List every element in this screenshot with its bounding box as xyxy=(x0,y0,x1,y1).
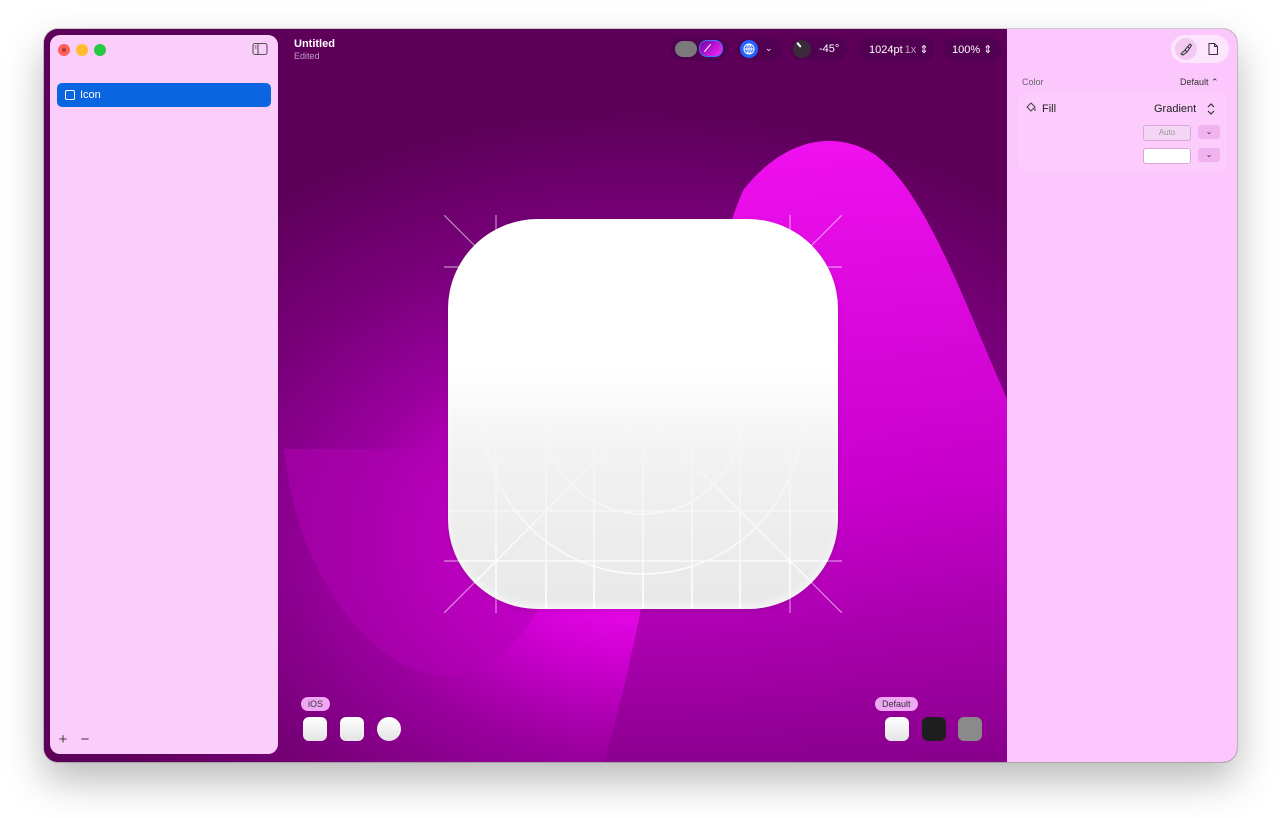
gradient-start-dropdown[interactable]: ⌄ xyxy=(1198,125,1220,139)
angle-value: -45° xyxy=(819,43,840,55)
tab-document[interactable] xyxy=(1202,38,1224,60)
platform-menu[interactable]: ⌄ xyxy=(736,37,782,61)
document-title: Untitled Edited xyxy=(294,38,335,61)
appearance-dark-swatch[interactable] xyxy=(922,717,946,741)
window-subtitle: Edited xyxy=(294,51,320,61)
up-down-chevron-icon[interactable] xyxy=(1205,102,1217,116)
remove-layer-button[interactable]: − xyxy=(78,732,92,747)
mode-solid-button[interactable] xyxy=(675,41,697,57)
gradient-end-color-field[interactable] xyxy=(1143,148,1191,164)
layers-sidebar: Icon + − xyxy=(50,35,278,754)
appearance-light-swatch[interactable] xyxy=(885,717,909,741)
inspector-tab-group xyxy=(1171,35,1229,63)
sidebar-toggle-icon[interactable] xyxy=(252,42,268,56)
close-window-button[interactable] xyxy=(58,44,70,56)
paint-bucket-icon xyxy=(1026,102,1036,112)
size-selector[interactable]: 1024pt 1x ⇕ xyxy=(859,37,935,61)
zoom-value: 100% ⇕ xyxy=(952,44,993,56)
layer-item-label: Icon xyxy=(80,89,101,101)
globe-icon xyxy=(740,40,758,58)
appearance-tinted-swatch[interactable] xyxy=(958,717,982,741)
gradient-end-dropdown[interactable]: ⌄ xyxy=(1198,148,1220,162)
fill-type-select[interactable]: Gradient xyxy=(1154,103,1196,115)
maximize-window-button[interactable] xyxy=(94,44,106,56)
document-icon xyxy=(1208,43,1218,55)
up-down-chevron-icon: ⇕ xyxy=(919,44,929,56)
gradient-start-color-field[interactable]: Auto xyxy=(1143,125,1191,141)
zoom-selector[interactable]: 100% ⇕ xyxy=(943,37,1001,61)
icon-guide-grid xyxy=(448,219,838,609)
mode-gradient-button[interactable] xyxy=(699,40,723,57)
platform-tag[interactable]: iOS xyxy=(301,697,331,711)
up-down-chevron-icon: ⇕ xyxy=(983,44,993,56)
angle-dial-icon[interactable] xyxy=(793,40,811,58)
ios-preview-square[interactable] xyxy=(340,717,364,741)
paintbrush-icon xyxy=(1180,43,1193,56)
app-window: iOS Default Icon + − Untitled Edited ⌄ -… xyxy=(44,29,1237,762)
app-icon-preview[interactable] xyxy=(448,219,838,609)
fill-label: Fill xyxy=(1042,103,1057,115)
minimize-window-button[interactable] xyxy=(76,44,88,56)
size-value: 1024pt 1x ⇕ xyxy=(869,44,929,56)
layer-item-icon[interactable]: Icon xyxy=(57,83,271,107)
ios-preview-circle[interactable] xyxy=(377,717,401,741)
add-layer-button[interactable]: + xyxy=(56,732,70,747)
window-title: Untitled xyxy=(294,38,335,50)
color-mode-select[interactable]: Default ⌃ xyxy=(1180,77,1219,88)
tab-appearance[interactable] xyxy=(1175,38,1197,60)
color-section-label: Color xyxy=(1022,77,1044,87)
light-angle-control[interactable]: -45° xyxy=(790,37,848,61)
chevron-down-icon: ⌄ xyxy=(765,43,773,53)
appearance-tag[interactable]: Default xyxy=(875,697,918,711)
layer-square-icon xyxy=(65,90,75,100)
appearance-mode-toggle xyxy=(670,37,728,61)
inspector-panel: Color Default ⌃ Fill Gradient Auto ⌄ ⌄ xyxy=(1007,29,1237,762)
ios-preview-rounded[interactable] xyxy=(303,717,327,741)
scale-value: 1x xyxy=(904,44,917,56)
